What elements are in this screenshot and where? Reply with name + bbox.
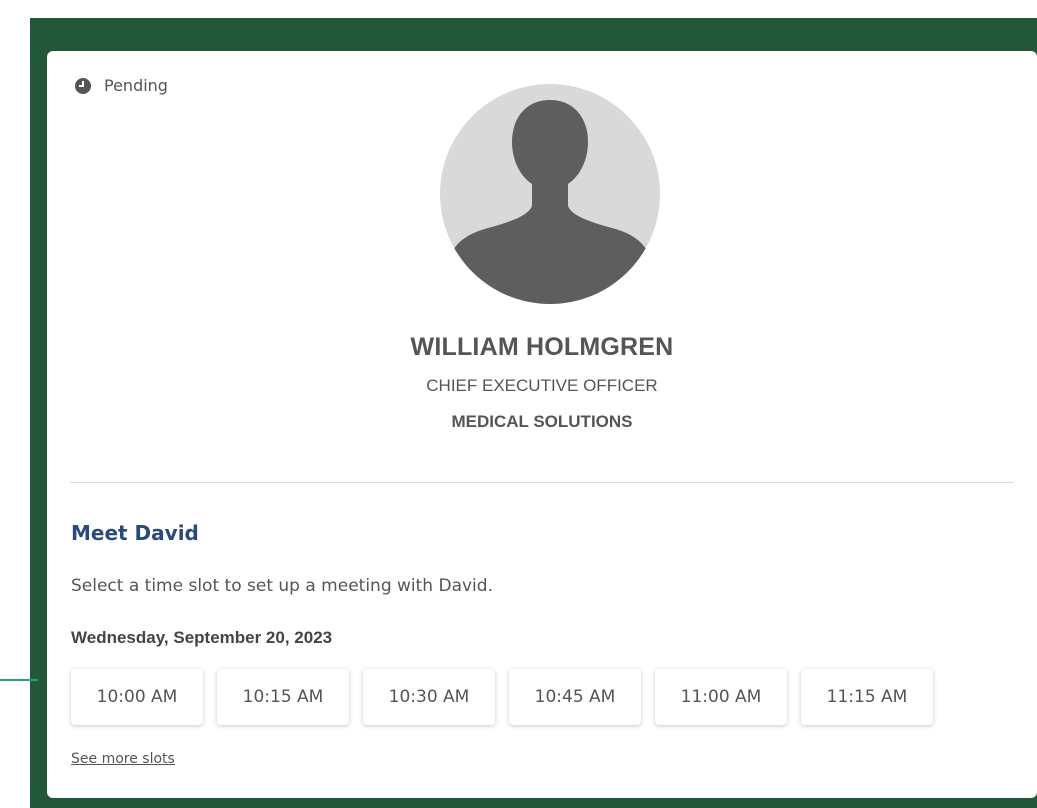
divider	[70, 482, 1014, 483]
see-more-slots-link[interactable]: See more slots	[71, 751, 175, 767]
time-slot-button[interactable]: 10:30 AM	[363, 669, 495, 725]
time-slot-button[interactable]: 11:00 AM	[655, 669, 787, 725]
meeting-date: Wednesday, September 20, 2023	[71, 628, 333, 647]
accent-line	[0, 679, 38, 681]
time-slot-button[interactable]: 10:45 AM	[509, 669, 641, 725]
time-slot-list: 10:00 AM 10:15 AM 10:30 AM 10:45 AM 11:0…	[71, 669, 947, 725]
profile-company: MEDICAL SOLUTIONS	[451, 412, 633, 431]
user-silhouette-icon	[440, 84, 660, 304]
time-slot-button[interactable]: 11:15 AM	[801, 669, 933, 725]
status-label: Pending	[104, 76, 168, 95]
clock-icon	[75, 77, 91, 94]
meeting-description: Select a time slot to set up a meeting w…	[71, 576, 493, 596]
profile-name: WILLIAM HOLMGREN	[410, 333, 674, 361]
meeting-heading: Meet David	[71, 521, 199, 545]
time-slot-button[interactable]: 10:15 AM	[217, 669, 349, 725]
profile-card: Pending WILLIAM HOLMGREN CHIEF EXECUTIVE…	[47, 51, 1037, 798]
profile-title: CHIEF EXECUTIVE OFFICER	[426, 376, 658, 395]
status-indicator: Pending	[74, 76, 168, 95]
time-slot-button[interactable]: 10:00 AM	[71, 669, 203, 725]
